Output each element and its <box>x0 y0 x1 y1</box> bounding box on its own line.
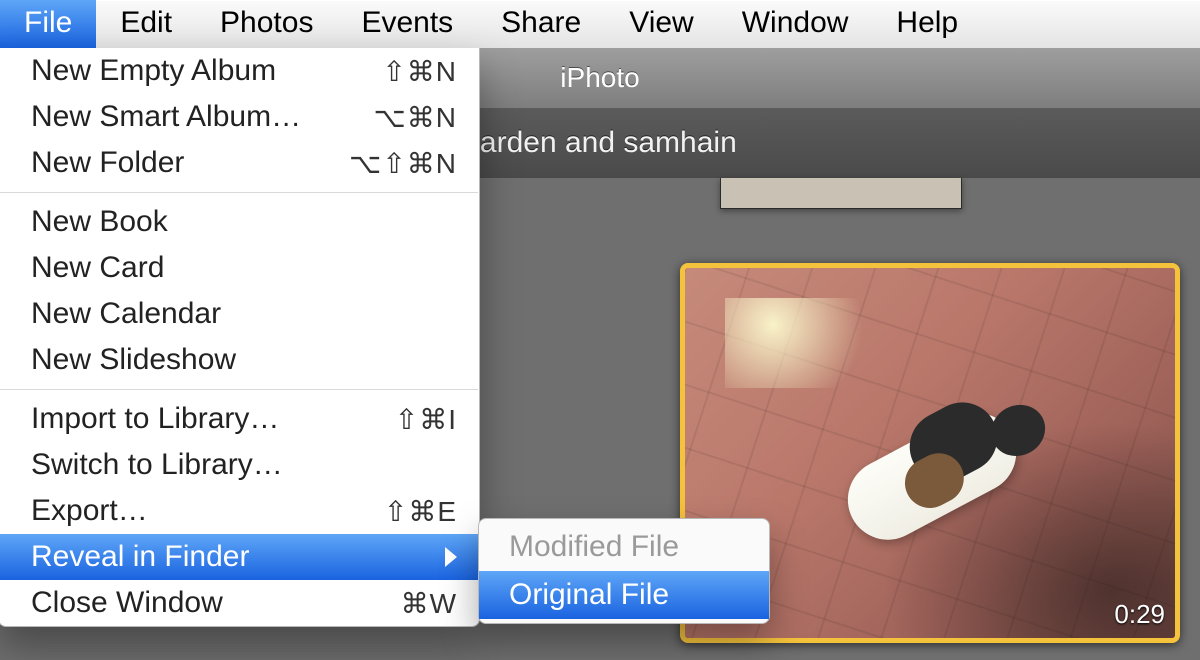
menu-share[interactable]: Share <box>477 0 605 48</box>
file-new-calendar[interactable]: New Calendar <box>0 291 479 337</box>
file-new-smart-album[interactable]: New Smart Album… ⌥⌘N <box>0 94 479 140</box>
file-new-slideshow[interactable]: New Slideshow <box>0 337 479 383</box>
file-reveal-in-finder[interactable]: Reveal in Finder <box>0 534 479 580</box>
submenu-item-label: Original File <box>509 578 669 612</box>
menu-item-shortcut: ⌥⌘N <box>374 101 458 134</box>
menu-view[interactable]: View <box>605 0 717 48</box>
file-menu-dropdown: New Empty Album ⇧⌘N New Smart Album… ⌥⌘N… <box>0 48 480 627</box>
menu-events[interactable]: Events <box>337 0 477 48</box>
file-new-book[interactable]: New Book <box>0 199 479 245</box>
previous-thumbnail-edge[interactable] <box>720 178 962 209</box>
menu-window[interactable]: Window <box>718 0 873 48</box>
menu-item-label: New Calendar <box>31 297 457 331</box>
video-duration-badge: 0:29 <box>1114 599 1165 630</box>
menu-item-label: New Empty Album <box>31 54 382 88</box>
submenu-arrow-icon <box>445 547 457 567</box>
menu-item-shortcut: ⌘W <box>401 587 457 620</box>
menu-separator <box>0 192 478 193</box>
submenu-modified-file: Modified File <box>479 523 769 571</box>
menubar: File Edit Photos Events Share View Windo… <box>0 0 1200 49</box>
file-new-empty-album[interactable]: New Empty Album ⇧⌘N <box>0 48 479 94</box>
menu-photos[interactable]: Photos <box>196 0 337 48</box>
menu-item-label: New Smart Album… <box>31 100 374 134</box>
submenu-item-label: Modified File <box>509 530 679 564</box>
menu-separator <box>0 389 478 390</box>
event-title: garden and samhain <box>463 126 737 160</box>
reveal-in-finder-submenu: Modified File Original File <box>478 518 770 624</box>
menu-edit[interactable]: Edit <box>96 0 196 48</box>
menu-item-label: Export… <box>31 494 384 528</box>
menu-item-label: Reveal in Finder <box>31 540 433 574</box>
menu-item-label: Close Window <box>31 586 401 620</box>
file-close-window[interactable]: Close Window ⌘W <box>0 580 479 626</box>
menu-help[interactable]: Help <box>872 0 982 48</box>
menu-item-label: New Card <box>31 251 457 285</box>
file-new-card[interactable]: New Card <box>0 245 479 291</box>
menu-item-label: New Folder <box>31 146 349 180</box>
thumbnail-highlight <box>725 298 885 388</box>
menu-item-shortcut: ⇧⌘I <box>395 403 457 436</box>
submenu-original-file[interactable]: Original File <box>479 571 769 619</box>
menu-item-shortcut: ⇧⌘N <box>382 55 457 88</box>
menu-item-label: New Slideshow <box>31 343 457 377</box>
file-new-folder[interactable]: New Folder ⌥⇧⌘N <box>0 140 479 186</box>
file-import-to-library[interactable]: Import to Library… ⇧⌘I <box>0 396 479 442</box>
menu-item-label: Switch to Library… <box>31 448 457 482</box>
menu-item-label: New Book <box>31 205 457 239</box>
menu-file[interactable]: File <box>0 0 96 48</box>
window-title: iPhoto <box>560 62 639 94</box>
file-export[interactable]: Export… ⇧⌘E <box>0 488 479 534</box>
file-switch-to-library[interactable]: Switch to Library… <box>0 442 479 488</box>
menu-item-shortcut: ⇧⌘E <box>384 495 457 528</box>
menu-item-shortcut: ⌥⇧⌘N <box>349 147 457 180</box>
menu-item-label: Import to Library… <box>31 402 395 436</box>
